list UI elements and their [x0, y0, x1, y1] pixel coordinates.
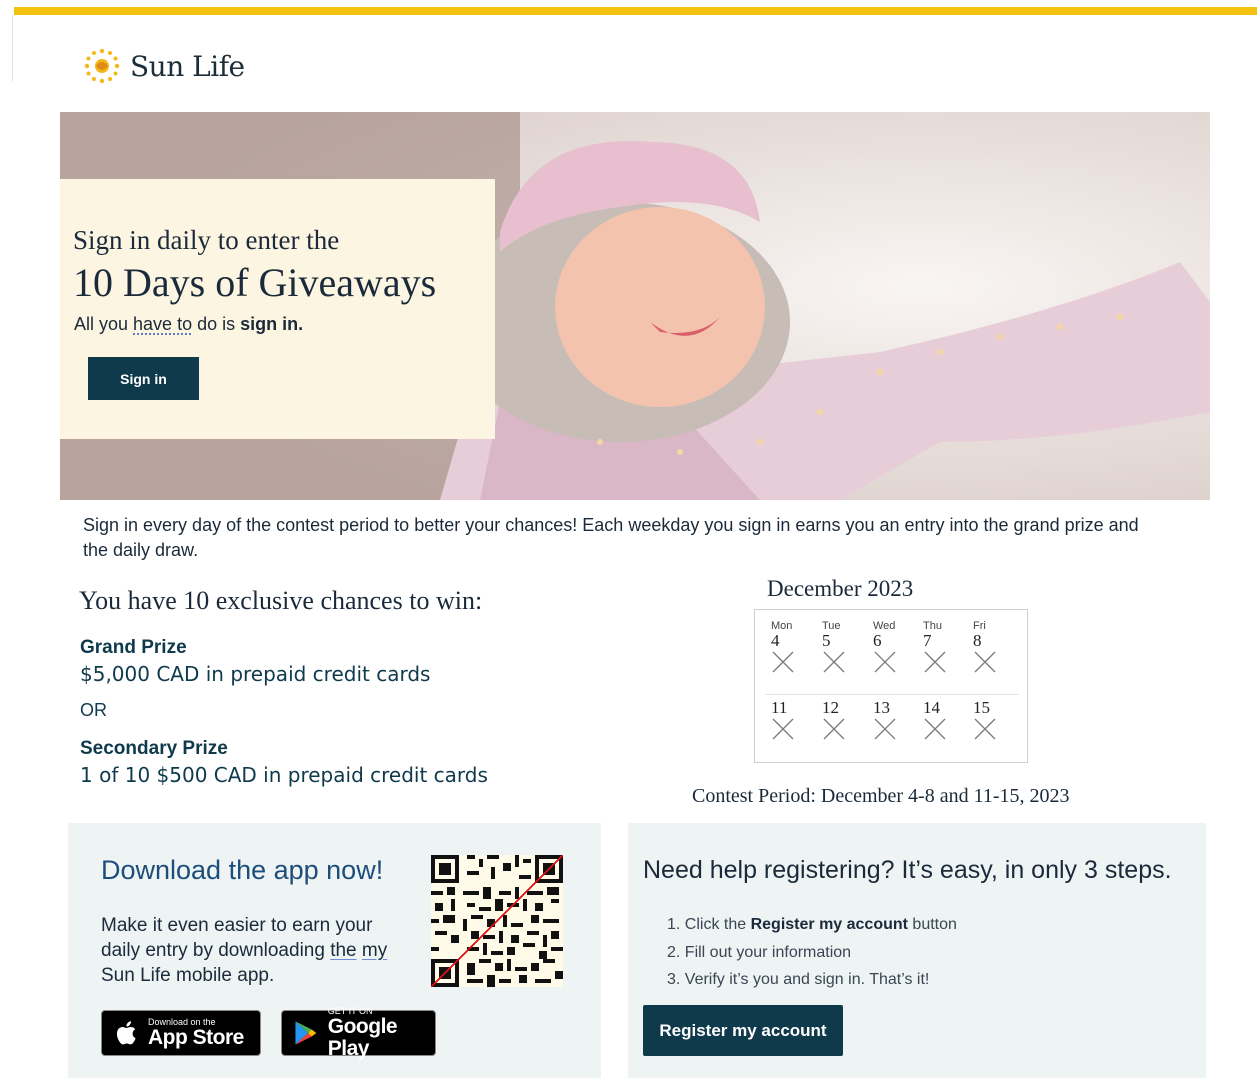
- step-item: 2. Fill out your information: [667, 943, 852, 961]
- crossed-off-icon: [924, 718, 946, 740]
- contest-period: Contest Period: December 4-8 and 11-15, …: [692, 785, 1070, 807]
- step-item: 1. Click the Register my account button: [667, 911, 957, 939]
- calendar-day: Thu 7: [923, 620, 973, 674]
- hero-title: 10 Days of Giveaways: [73, 260, 437, 305]
- secondary-prize-label: Secondary Prize: [80, 738, 228, 759]
- sun-logo-icon: [84, 48, 120, 84]
- app-store-label: App Store: [148, 1026, 244, 1049]
- brand-name: Sun Life: [130, 49, 245, 83]
- download-app-panel: Download the app now! Make it even easie…: [68, 823, 601, 1078]
- day-number: 14: [923, 698, 940, 717]
- day-number: 7: [923, 631, 932, 650]
- hero-callout-card: Sign in daily to enter the 10 Days of Gi…: [60, 179, 495, 439]
- day-number: 12: [822, 698, 839, 717]
- step1-prefix: 1. Click the: [667, 916, 751, 933]
- calendar-day: 15: [973, 699, 1023, 741]
- crossed-off-icon: [874, 718, 896, 740]
- crossed-off-icon: [823, 718, 845, 740]
- google-play-label: Google Play: [327, 1015, 398, 1060]
- sun-life-logo[interactable]: Sun Life: [82, 46, 245, 86]
- download-title: Download the app now!: [101, 855, 384, 885]
- calendar-day: 14: [923, 699, 973, 741]
- crossed-off-icon: [974, 651, 996, 673]
- day-number: 13: [873, 698, 890, 717]
- hero-sub-underlined: have to: [133, 314, 193, 334]
- qr-code-icon[interactable]: [431, 855, 563, 987]
- calendar-day: 12: [822, 699, 872, 741]
- calendar-day: Mon 4: [771, 620, 821, 674]
- contest-intro-text: Sign in every day of the contest period …: [83, 515, 1139, 560]
- hero-intro: Sign in daily to enter the: [73, 225, 340, 255]
- download-body-underlined-1: the: [330, 940, 357, 961]
- day-number: 4: [771, 631, 780, 650]
- download-description: Make it even easier to earn your daily e…: [101, 913, 411, 988]
- crossed-off-icon: [772, 718, 794, 740]
- hero-sub-bold: sign in.: [240, 314, 304, 334]
- day-number: 6: [873, 631, 882, 650]
- registration-help-panel: Need help registering? It’s easy, in onl…: [628, 823, 1206, 1078]
- day-number: 8: [973, 631, 982, 650]
- crossed-off-icon: [772, 651, 794, 673]
- download-body-underlined-2: my: [361, 940, 388, 961]
- calendar-title: December 2023: [767, 576, 914, 601]
- step1-suffix: button: [907, 916, 957, 933]
- step-item: 3. Verify it’s you and sign in. That’s i…: [667, 971, 930, 988]
- calendar-day: 11: [771, 699, 821, 741]
- day-number: 15: [973, 698, 990, 717]
- crossed-off-icon: [823, 651, 845, 673]
- download-body-3: Sun Life mobile app.: [101, 965, 275, 986]
- google-play-icon: [295, 1021, 317, 1045]
- calendar-day: Tue 5: [822, 620, 872, 674]
- grand-prize-description: $5,000 CAD in prepaid credit cards: [80, 662, 431, 686]
- google-play-button[interactable]: GET IT ON Google Play: [281, 1006, 436, 1060]
- hero-sub-middle: do is: [192, 314, 241, 334]
- left-divider: [12, 15, 13, 81]
- hero-sub-prefix: All you: [74, 314, 134, 334]
- app-store-button[interactable]: Download on the App Store: [101, 1010, 261, 1056]
- crossed-off-icon: [924, 651, 946, 673]
- step1-bold: Register my account: [750, 916, 908, 933]
- calendar-day: Fri 8: [973, 620, 1023, 674]
- top-accent-bar: [14, 7, 1257, 15]
- crossed-off-icon: [874, 651, 896, 673]
- calendar-day: 13: [873, 699, 923, 741]
- day-number: 5: [822, 631, 831, 650]
- crossed-off-icon: [974, 718, 996, 740]
- help-title: Need help registering? It’s easy, in onl…: [643, 856, 1172, 884]
- sign-in-button[interactable]: Sign in: [88, 357, 199, 400]
- calendar-week-divider: [765, 694, 1019, 695]
- hero-subtitle: All you have to do is sign in.: [74, 314, 303, 335]
- registration-steps: 1. Click the Register my account button …: [667, 911, 957, 994]
- register-account-button[interactable]: Register my account: [643, 1005, 843, 1056]
- calendar-day: Wed 6: [873, 620, 923, 674]
- prizes-heading: You have 10 exclusive chances to win:: [79, 586, 483, 615]
- apple-icon: [116, 1021, 136, 1045]
- day-number: 11: [771, 698, 788, 717]
- prize-or-separator: OR: [80, 700, 107, 720]
- grand-prize-label: Grand Prize: [80, 637, 187, 658]
- secondary-prize-description: 1 of 10 $500 CAD in prepaid credit cards: [80, 763, 488, 787]
- contest-calendar: Mon 4 Tue 5 Wed 6 Thu 7 Fri 8 11 12 13 1…: [754, 609, 1028, 763]
